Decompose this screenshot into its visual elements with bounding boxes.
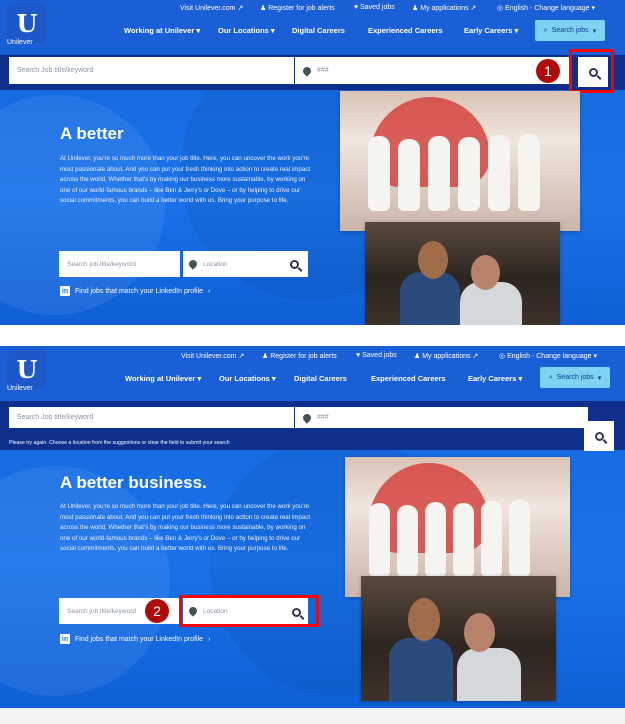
face-shape <box>408 598 440 641</box>
face-shape <box>471 255 500 290</box>
shirt-shape <box>400 272 460 325</box>
linkedin-link[interactable]: in Find jobs that match your LinkedIn pro… <box>60 634 210 644</box>
chevron-down-icon: ▾ <box>592 27 597 35</box>
person-figure <box>518 134 540 211</box>
hero-copy: At Unilever, you're so much more than yo… <box>60 503 311 552</box>
person-figure <box>481 501 502 577</box>
nav-our-locations[interactable]: Our Locations ▾ <box>219 374 276 383</box>
location-input[interactable]: ### <box>295 407 588 428</box>
person-figure <box>369 503 390 577</box>
linkedin-icon: in <box>60 286 70 296</box>
nav-experienced-careers[interactable]: Experienced Careers <box>371 374 446 383</box>
person-figure <box>397 505 418 577</box>
employees-photo <box>365 222 560 325</box>
team-photo <box>340 91 580 231</box>
page-footer-area <box>0 708 625 724</box>
utility-link-visit[interactable]: Visit Unilever.com ↗ <box>181 352 244 360</box>
hero-title: A better <box>60 124 124 143</box>
person-figure <box>458 137 480 211</box>
utility-link-applications[interactable]: ♟ My applications ↗ <box>414 352 478 360</box>
search-submit-button[interactable] <box>584 421 614 451</box>
person-figure <box>368 136 390 211</box>
screenshot-panel-1: U Unilever Visit Unilever.com ↗ ♟ Regist… <box>0 0 625 325</box>
person-figure <box>488 135 510 211</box>
screenshot-panel-2: U Unilever Visit Unilever.com ↗ ♟ Regist… <box>0 346 625 708</box>
person-figure <box>425 502 446 577</box>
hero-copy: At Unilever, you're so much more than yo… <box>60 155 311 204</box>
header: U Unilever Visit Unilever.com ↗ ♟ Regist… <box>0 0 625 55</box>
search-icon <box>289 259 299 269</box>
utility-link-language[interactable]: ◎ English - Change language ▾ <box>497 4 595 12</box>
nav-experienced-careers[interactable]: Experienced Careers <box>368 26 443 35</box>
keyword-input[interactable]: Search Job title/keyword <box>9 407 294 428</box>
shirt-shape <box>389 638 453 701</box>
hero-keyword-input[interactable]: Search job title/keyword <box>59 251 180 277</box>
employees-photo <box>361 576 556 701</box>
person-figure <box>509 500 530 577</box>
location-pin-icon <box>301 64 313 77</box>
validation-message: Please try again. Choose a location from… <box>9 440 230 446</box>
utility-link-applications[interactable]: ♟ My applications ↗ <box>412 4 476 12</box>
person-figure <box>398 139 420 211</box>
utility-link-language[interactable]: ◎ English - Change language ▾ <box>499 352 597 360</box>
step-marker: 1 <box>536 59 560 83</box>
highlight-box <box>569 49 614 93</box>
step-marker: 2 <box>145 599 169 623</box>
person-figure <box>453 503 474 577</box>
person-figure <box>428 136 450 211</box>
panel-separator <box>0 325 625 346</box>
search-jobs-button[interactable]: ⌕ Search jobs ▾ <box>540 367 610 388</box>
hero-title: A better business. <box>60 473 207 492</box>
highlight-box <box>179 595 319 627</box>
nav-working-at-unilever[interactable]: Working at Unilever ▾ <box>124 26 200 35</box>
search-icon <box>594 431 604 441</box>
nav-digital-careers[interactable]: Digital Careers <box>292 26 345 35</box>
utility-link-visit[interactable]: Visit Unilever.com ↗ <box>180 4 243 12</box>
nav-digital-careers[interactable]: Digital Careers <box>294 374 347 383</box>
utility-link-saved-jobs[interactable]: ♥ Saved jobs <box>356 352 397 359</box>
face-shape <box>418 241 448 279</box>
unilever-logo-icon[interactable]: U <box>7 3 47 43</box>
shirt-shape <box>457 648 521 701</box>
face-shape <box>464 613 495 652</box>
location-input[interactable]: ### <box>295 57 571 84</box>
chevron-right-icon: › <box>208 635 211 643</box>
nav-early-careers[interactable]: Early Careers ▾ <box>464 26 518 35</box>
chevron-right-icon: › <box>208 287 211 295</box>
utility-link-saved-jobs[interactable]: ♥ Saved jobs <box>354 4 395 11</box>
search-icon: ⌕ <box>543 26 548 34</box>
top-search-bar: Search Job title/keyword ### <box>0 55 625 90</box>
search-jobs-button[interactable]: ⌕ Search jobs ▾ <box>535 20 605 41</box>
unilever-logo-icon[interactable]: U <box>7 349 47 389</box>
hero-search-button[interactable] <box>285 255 303 273</box>
chevron-down-icon: ▾ <box>597 374 602 382</box>
nav-early-careers[interactable]: Early Careers ▾ <box>468 374 522 383</box>
nav-working-at-unilever[interactable]: Working at Unilever ▾ <box>125 374 201 383</box>
brand-name: Unilever <box>7 39 33 46</box>
keyword-input[interactable]: Search Job title/keyword <box>9 57 294 84</box>
utility-link-job-alerts[interactable]: ♟ Register for job alerts <box>260 4 335 12</box>
location-pin-icon <box>187 258 199 270</box>
location-pin-icon <box>301 411 313 424</box>
utility-link-job-alerts[interactable]: ♟ Register for job alerts <box>262 352 337 360</box>
linkedin-link[interactable]: in Find jobs that match your LinkedIn pro… <box>60 286 210 296</box>
linkedin-icon: in <box>60 634 70 644</box>
brand-name: Unilever <box>7 385 33 392</box>
search-icon: ⌕ <box>548 373 553 381</box>
nav-our-locations[interactable]: Our Locations ▾ <box>218 26 275 35</box>
header: U Unilever Visit Unilever.com ↗ ♟ Regist… <box>0 346 625 401</box>
